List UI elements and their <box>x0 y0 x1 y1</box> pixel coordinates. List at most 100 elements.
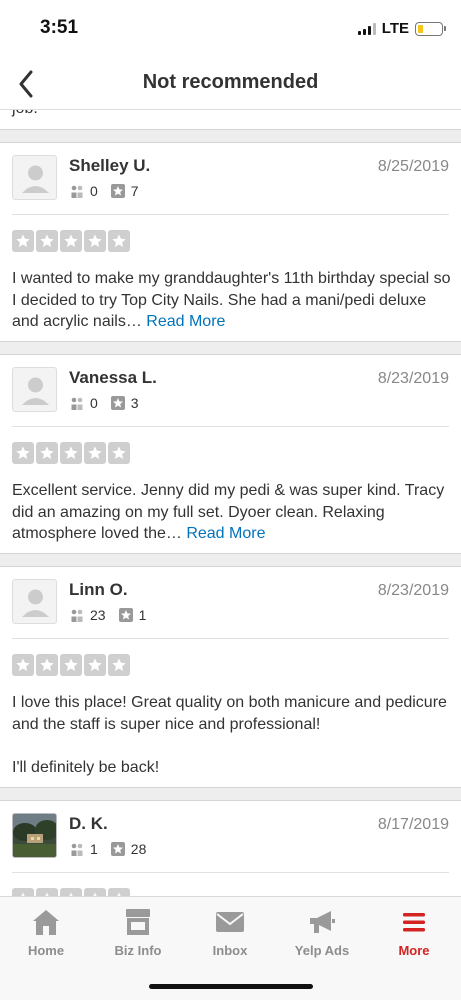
separator <box>0 341 461 355</box>
battery-icon <box>415 21 446 36</box>
friends-icon <box>71 185 83 198</box>
review-list[interactable]: job. Shelley U. 8/25/2019 0 7 I wanted t… <box>0 110 461 896</box>
page-title: Not recommended <box>142 71 319 93</box>
star-icon <box>84 654 106 676</box>
review-date: 8/25/2019 <box>377 158 449 175</box>
divider <box>12 426 449 427</box>
review-text: Excellent service. Jenny did my pedi & w… <box>12 480 451 545</box>
star-icon <box>108 888 130 896</box>
star-icon <box>84 442 106 464</box>
reviewer-stats: 23 1 <box>70 607 159 623</box>
star-icon <box>60 230 82 252</box>
reviewer-name[interactable]: Shelley U. <box>69 156 150 176</box>
tab-more[interactable]: More <box>374 907 454 958</box>
previous-review-text: job. <box>12 110 38 118</box>
reviewer-name[interactable]: D. K. <box>69 814 108 834</box>
review-count: 7 <box>130 183 139 199</box>
tab-label: Biz Info <box>114 943 162 958</box>
nav-bar: Not recommended <box>0 58 461 110</box>
separator <box>0 129 461 143</box>
review-count-icon <box>110 184 125 198</box>
star-icon <box>84 888 106 896</box>
star-icon <box>36 442 58 464</box>
star-icon <box>60 442 82 464</box>
envelope-icon <box>216 912 244 932</box>
review-paragraph: I love this place! Great quality on both… <box>12 694 447 733</box>
star-icon <box>108 654 130 676</box>
reviewer-name[interactable]: Linn O. <box>69 580 128 600</box>
tab-label: Home <box>27 943 65 958</box>
review-date: 8/23/2019 <box>377 582 449 599</box>
network-label: LTE <box>381 20 409 37</box>
star-icon <box>36 654 58 676</box>
friend-count: 23 <box>90 607 106 623</box>
star-rating <box>12 442 130 464</box>
avatar[interactable] <box>12 579 57 624</box>
status-bar: 3:51 LTE <box>0 0 461 58</box>
separator <box>0 787 461 801</box>
avatar[interactable] <box>12 367 57 412</box>
star-rating <box>12 230 130 252</box>
reviewer-name[interactable]: Vanessa L. <box>69 368 157 388</box>
review-text: I wanted to make my granddaughter's 11th… <box>12 268 451 333</box>
tab-label: Inbox <box>212 943 248 958</box>
friend-count: 1 <box>90 841 98 857</box>
star-icon <box>12 654 34 676</box>
star-icon <box>12 230 34 252</box>
tab-yelp-ads[interactable]: Yelp Ads <box>282 907 362 958</box>
review-count: 28 <box>130 841 147 857</box>
review-date: 8/17/2019 <box>377 816 449 833</box>
user-photo <box>13 814 56 857</box>
store-icon <box>126 909 150 935</box>
star-icon <box>36 888 58 896</box>
tab-home[interactable]: Home <box>6 907 86 958</box>
home-indicator[interactable] <box>149 984 313 989</box>
status-indicators: LTE <box>357 20 446 37</box>
star-icon <box>108 442 130 464</box>
review-excerpt: I wanted to make my granddaughter's 11th… <box>12 270 451 330</box>
friends-icon <box>71 397 83 410</box>
review-card: Linn O. 8/23/2019 23 1 I love this place… <box>0 567 461 787</box>
star-icon <box>84 230 106 252</box>
tab-biz-info[interactable]: Biz Info <box>98 907 178 958</box>
review-date: 8/23/2019 <box>377 370 449 387</box>
review-text: I love this place! Great quality on both… <box>12 692 451 778</box>
menu-icon <box>403 913 425 932</box>
tab-label: More <box>398 943 430 958</box>
review-card: D. K. 8/17/2019 1 28 <box>0 801 461 896</box>
star-icon <box>60 654 82 676</box>
home-icon <box>33 910 59 935</box>
review-count-icon <box>118 608 133 622</box>
default-user-icon <box>22 165 49 193</box>
review-count: 1 <box>138 607 147 623</box>
review-paragraph: I'll definitely be back! <box>12 758 160 776</box>
star-icon <box>108 230 130 252</box>
avatar[interactable] <box>12 813 57 858</box>
read-more-link[interactable]: Read More <box>186 525 265 542</box>
star-icon <box>36 230 58 252</box>
friend-count: 0 <box>90 395 98 411</box>
divider <box>12 872 449 873</box>
review-card: Vanessa L. 8/23/2019 0 3 Excellent servi… <box>0 355 461 553</box>
tab-inbox[interactable]: Inbox <box>190 907 270 958</box>
star-icon <box>12 442 34 464</box>
review-count-icon <box>110 842 125 856</box>
separator <box>0 553 461 567</box>
friends-icon <box>71 843 83 856</box>
reviewer-stats: 0 7 <box>70 183 152 199</box>
tab-label: Yelp Ads <box>294 943 350 958</box>
star-rating <box>12 888 130 896</box>
read-more-link[interactable]: Read More <box>146 313 225 330</box>
signal-icon <box>357 22 376 35</box>
reviewer-stats: 0 3 <box>70 395 152 411</box>
status-time: 3:51 <box>40 17 79 38</box>
star-icon <box>60 888 82 896</box>
star-icon <box>12 888 34 896</box>
star-rating <box>12 654 130 676</box>
divider <box>12 638 449 639</box>
review-count-icon <box>110 396 125 410</box>
review-count: 3 <box>130 395 139 411</box>
friends-icon <box>71 609 83 622</box>
divider <box>12 214 449 215</box>
avatar[interactable] <box>12 155 57 200</box>
